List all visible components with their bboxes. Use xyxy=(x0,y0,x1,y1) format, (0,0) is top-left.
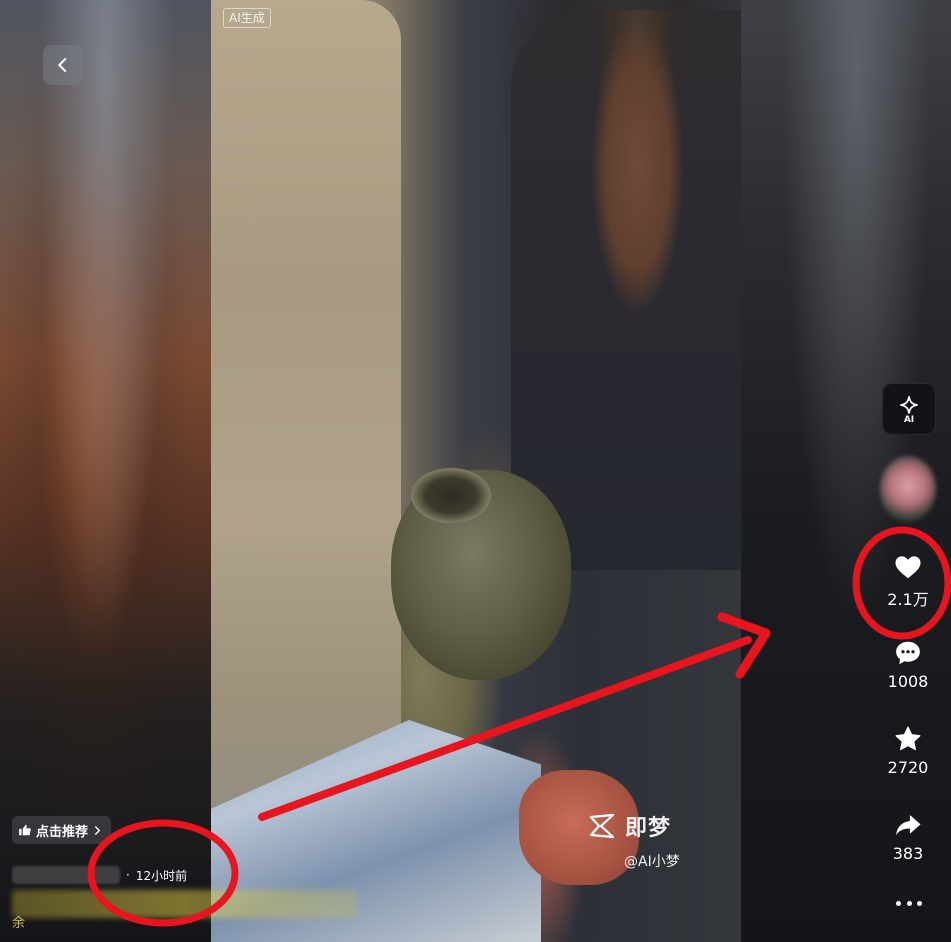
comment-icon xyxy=(896,641,920,665)
comment-count: 1008 xyxy=(887,672,929,691)
author-name-blurred[interactable] xyxy=(12,866,120,884)
recommend-label: 点击推荐 xyxy=(36,824,89,840)
ai-sparkle-icon: AI xyxy=(900,396,918,425)
more-dot xyxy=(906,900,912,906)
svg-text:AI: AI xyxy=(904,415,914,425)
star-icon xyxy=(895,726,921,751)
more-button[interactable] xyxy=(896,896,922,910)
video-player-page: AI生成 点击推荐 · 12小时前 余 即梦 @AI小梦 AI 2.1万 100… xyxy=(0,0,951,942)
jimeng-logo-icon xyxy=(589,813,615,839)
author-avatar[interactable] xyxy=(880,456,936,522)
video-pot-neck xyxy=(411,468,491,523)
back-button[interactable] xyxy=(43,45,83,85)
share-count: 383 xyxy=(892,844,924,863)
favorite-count: 2720 xyxy=(887,758,929,777)
chevron-right-icon xyxy=(94,825,101,835)
chevron-left-icon xyxy=(58,58,67,72)
watermark: 即梦 xyxy=(587,810,671,842)
recommend-button[interactable]: 点击推荐 xyxy=(12,816,112,844)
like-button[interactable]: 2.1万 xyxy=(868,552,948,610)
ai-button[interactable]: AI xyxy=(882,383,936,435)
watermark-brand: 即梦 xyxy=(625,816,672,841)
like-count: 2.1万 xyxy=(887,590,929,609)
more-dot xyxy=(896,900,901,906)
video-boy xyxy=(511,10,741,570)
caption-blurred[interactable] xyxy=(12,890,357,918)
author-row: · 12小时前 xyxy=(12,866,187,884)
blurred-background-left xyxy=(0,0,211,942)
share-icon xyxy=(896,815,921,835)
caption-partial: 余 xyxy=(12,916,26,931)
video-frame[interactable] xyxy=(211,0,741,942)
watermark-handle: @AI小梦 xyxy=(624,854,680,870)
thumbs-up-icon xyxy=(19,824,31,836)
heart-icon xyxy=(895,556,921,579)
ai-generated-tag: AI生成 xyxy=(223,8,271,28)
comment-button[interactable]: 1008 xyxy=(868,638,948,691)
share-button[interactable]: 383 xyxy=(868,810,948,863)
separator-dot: · xyxy=(126,868,130,882)
post-time: 12小时前 xyxy=(135,868,188,883)
favorite-button[interactable]: 2720 xyxy=(868,724,948,777)
more-dot xyxy=(917,900,922,906)
